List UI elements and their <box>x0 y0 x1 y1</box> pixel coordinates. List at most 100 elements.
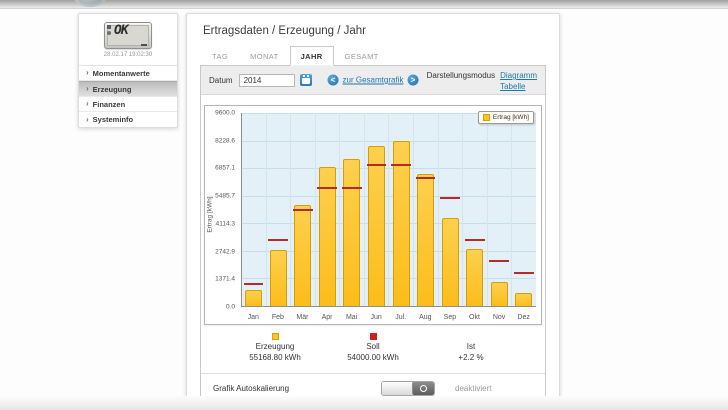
sidebar-item-momentanwerte[interactable]: › Momentanwerte <box>79 66 177 81</box>
soll-marker-Mai <box>342 187 362 189</box>
tab-jahr[interactable]: JAHR <box>290 46 334 66</box>
x-tick-label: Mai <box>339 314 364 321</box>
x-tick-label: Nov <box>487 314 512 321</box>
toggle-track <box>382 382 412 395</box>
erzeugung-swatch-icon <box>272 333 279 340</box>
next-year-button[interactable]: > <box>407 75 418 86</box>
ertrag-bar-Nov <box>491 282 508 306</box>
overview-nav: < zur Gesamtgrafik > <box>328 75 419 86</box>
y-tick-label: 0.0 <box>226 304 235 311</box>
month-slot-Jul. <box>389 113 414 306</box>
legend-label: Ertrag [kWh] <box>493 114 529 121</box>
sidebar-item-label: Finanzen <box>93 100 126 109</box>
ertrag-bar-Jan <box>245 290 262 306</box>
soll-marker-Sep <box>440 197 460 199</box>
ertrag-bar-Sep <box>442 218 459 306</box>
chart-legend: Ertrag [kWh] <box>478 111 534 124</box>
bars-row <box>242 113 536 306</box>
chart-section: Ertrag [kWh] 9600.08228.66857.15485.7411… <box>201 95 545 373</box>
logo-fragment <box>74 0 106 7</box>
sidebar-item-finanzen[interactable]: › Finanzen <box>79 97 177 112</box>
display-mode-group: Darstellungsmodus Diagramm Tabelle <box>427 69 537 91</box>
x-tick-label: Jun <box>364 314 389 321</box>
soll-marker-Jul. <box>391 164 411 166</box>
plot-area <box>241 113 536 307</box>
sidebar-item-label: Erzeugung <box>93 85 132 94</box>
summary-soll: Soll 54000.00 kWh <box>341 333 405 364</box>
summary-value: +2.2 % <box>439 353 503 364</box>
autoscale-state: deaktiviert <box>455 384 491 393</box>
sidebar-panel: OK 28.02.17 19:02:30 › Momentanwerte › E… <box>78 13 178 128</box>
chevron-right-icon: › <box>86 116 89 124</box>
summary-erzeugung: Erzeugung 55168.80 kWh <box>243 333 307 364</box>
display-mode-label: Darstellungsmodus <box>427 71 495 80</box>
device-timestamp: 28.02.17 19:02:30 <box>79 52 177 58</box>
y-tick-label: 9600.0 <box>215 110 235 117</box>
soll-marker-Dez <box>514 272 534 274</box>
soll-swatch-icon <box>370 333 377 340</box>
x-tick-label: Jul. <box>388 314 413 321</box>
y-tick-label: 4114.3 <box>216 220 235 227</box>
overview-link[interactable]: zur Gesamtgrafik <box>343 76 404 85</box>
ertrag-bar-Okt <box>466 249 483 306</box>
summary-label: Soll <box>341 342 405 353</box>
soll-marker-Feb <box>268 239 288 241</box>
toggle-off-icon <box>420 385 427 392</box>
month-slot-Dez <box>512 113 536 306</box>
tab-content: Datum < zur Gesamtgrafik > Darstellungsm… <box>200 65 546 404</box>
month-slot-Jun <box>365 113 390 306</box>
y-tick-label: 6857.1 <box>215 165 235 172</box>
tab-tag[interactable]: TAG <box>201 46 239 66</box>
autoscale-label: Grafik Autoskalierung <box>213 384 381 393</box>
page-footer-fade <box>0 396 728 410</box>
sidebar-item-systeminfo[interactable]: › Systeminfo <box>79 112 177 127</box>
chevron-right-icon: › <box>86 100 89 108</box>
y-tick-label: 8228.6 <box>215 137 235 144</box>
autoscale-toggle[interactable] <box>381 381 435 396</box>
summary-value: 55168.80 kWh <box>243 353 307 364</box>
tab-monat[interactable]: MONAT <box>239 46 290 66</box>
x-tick-label: Aug <box>413 314 438 321</box>
sidebar-menu: › Momentanwerte › Erzeugung › Finanzen ›… <box>79 65 177 127</box>
month-slot-Jan <box>242 113 267 306</box>
sidebar-item-erzeugung[interactable]: › Erzeugung <box>79 81 177 97</box>
sidebar-item-label: Systeminfo <box>93 115 133 124</box>
soll-marker-Jan <box>244 283 264 285</box>
chevron-right-icon: › <box>86 69 89 77</box>
chevron-right-icon: › <box>86 85 89 93</box>
x-tick-label: Apr <box>315 314 340 321</box>
x-tick-label: Sep <box>438 314 463 321</box>
soll-marker-Mär <box>293 209 313 211</box>
lcd-dot-icon <box>107 31 111 35</box>
chart-container: Ertrag [kWh] 9600.08228.66857.15485.7411… <box>204 105 542 325</box>
toggle-knob <box>412 382 434 395</box>
ertrag-bar-Mär <box>294 205 311 306</box>
y-tick-label: 2742.9 <box>215 248 235 255</box>
tab-gesamt[interactable]: GESAMT <box>334 46 390 66</box>
summary-ist: Ist +2.2 % <box>439 333 503 364</box>
y-tick-label: 1371.4 <box>215 276 235 283</box>
page-title: Ertragsdaten / Erzeugung / Jahr <box>203 25 543 37</box>
month-slot-Nov <box>488 113 513 306</box>
summary-legend: Erzeugung 55168.80 kWh Soll 54000.00 kWh… <box>204 325 542 373</box>
y-axis-labels: 9600.08228.66857.15485.74114.32742.91371… <box>205 113 238 307</box>
x-tick-label: Okt <box>462 314 487 321</box>
summary-label: Erzeugung <box>243 342 307 353</box>
month-slot-Feb <box>267 113 292 306</box>
lcd-dash-icon <box>141 44 147 46</box>
date-input[interactable] <box>239 74 295 87</box>
device-lcd-display: OK <box>104 22 152 49</box>
soll-marker-Aug <box>416 177 436 179</box>
ertrag-bar-Dez <box>515 293 532 306</box>
summary-value: 54000.00 kWh <box>341 353 405 364</box>
calendar-icon[interactable] <box>300 74 312 86</box>
prev-year-button[interactable]: < <box>328 75 339 86</box>
sidebar-item-label: Momentanwerte <box>93 69 150 78</box>
month-slot-Apr <box>316 113 341 306</box>
soll-marker-Nov <box>489 260 509 262</box>
date-label: Datum <box>209 76 233 85</box>
x-tick-label: Mär <box>290 314 315 321</box>
month-slot-Okt <box>463 113 488 306</box>
mode-link-tabelle[interactable]: Tabelle <box>500 82 537 91</box>
mode-link-diagramm[interactable]: Diagramm <box>500 71 537 80</box>
